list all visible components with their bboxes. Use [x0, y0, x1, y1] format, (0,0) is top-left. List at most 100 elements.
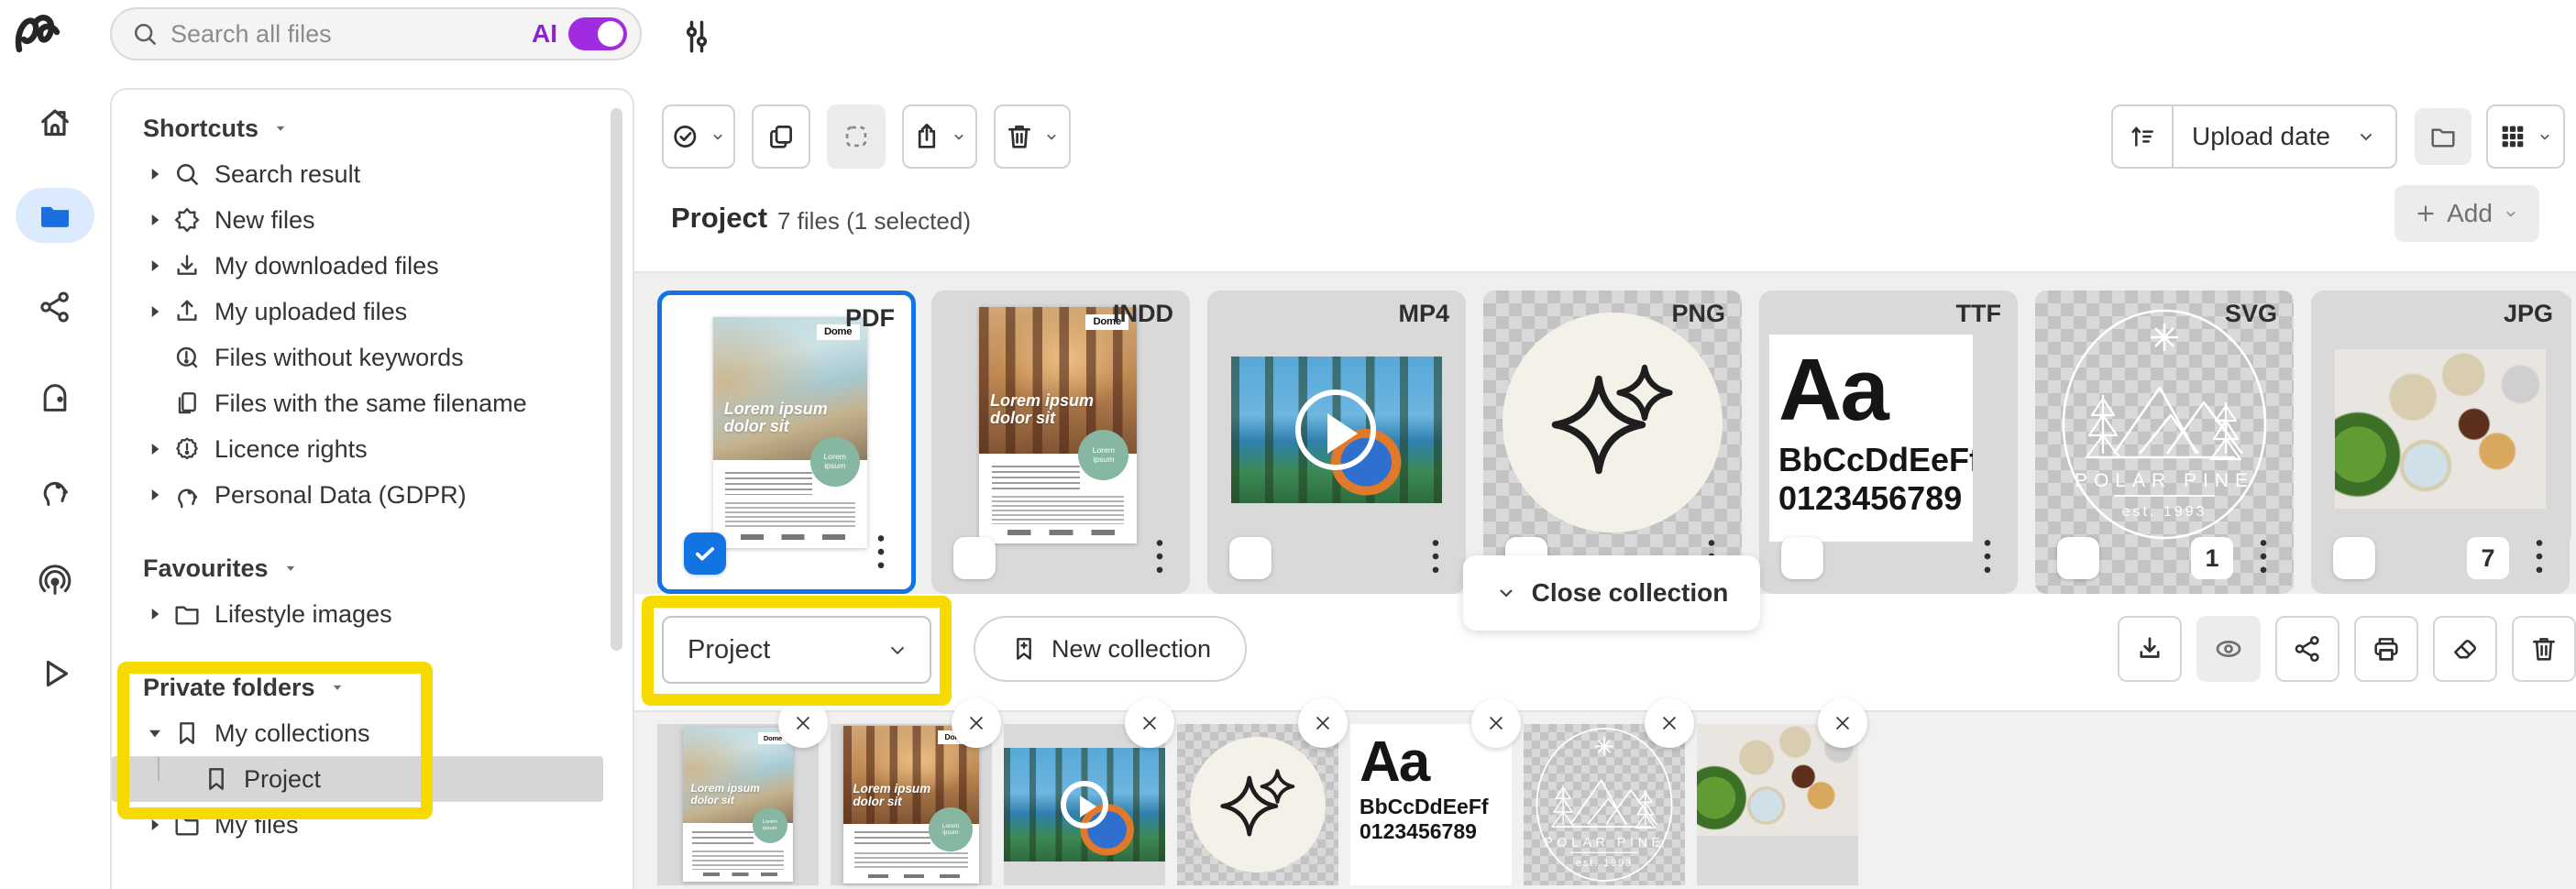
remove-from-collection-button[interactable] — [952, 698, 1001, 748]
tray-clear-button[interactable] — [2433, 616, 2497, 682]
sidebar-item-my-downloaded-files[interactable]: My downloaded files — [112, 243, 633, 289]
tray-thumbnail-mp4[interactable] — [1004, 724, 1165, 885]
sidebar-item-my-files[interactable]: My files — [112, 802, 633, 848]
new-collection-label: New collection — [1051, 635, 1211, 664]
file-card-png[interactable]: PNG — [1483, 291, 1742, 594]
export-button[interactable] — [902, 104, 977, 169]
caret-down-icon[interactable] — [143, 721, 167, 745]
grid-view-button[interactable] — [2486, 104, 2565, 169]
play-button-icon[interactable] — [1061, 781, 1108, 829]
caret-right-icon[interactable] — [143, 602, 167, 626]
remove-from-collection-button[interactable] — [1645, 698, 1694, 748]
app-logo-icon[interactable] — [11, 7, 66, 62]
rail-folder-icon[interactable] — [37, 197, 73, 234]
remove-from-collection-button[interactable] — [1125, 698, 1174, 748]
file-card-svg[interactable]: POLAR PINEest. 1993SVG1 — [2035, 291, 2294, 594]
file-checkbox[interactable] — [2057, 537, 2099, 579]
sidebar-panel: ShortcutsSearch resultNew filesMy downlo… — [110, 88, 634, 889]
tray-thumbnail-jpg[interactable] — [1697, 724, 1858, 885]
sidebar-item-personal-data-gdpr-[interactable]: Personal Data (GDPR) — [112, 472, 633, 518]
sidebar-item-my-collections[interactable]: My collections — [112, 710, 633, 756]
caret-right-icon[interactable] — [143, 162, 167, 186]
rail-door-icon[interactable] — [37, 379, 73, 416]
kebab-menu-icon[interactable] — [2529, 535, 2549, 577]
caret-right-icon[interactable] — [143, 254, 167, 278]
sidebar-item-lifestyle-images[interactable]: Lifestyle images — [112, 591, 633, 637]
add-button[interactable]: Add — [2394, 185, 2539, 242]
caret-right-icon[interactable] — [143, 437, 167, 461]
remove-from-collection-button[interactable] — [1818, 698, 1867, 748]
remove-from-collection-button[interactable] — [1471, 698, 1521, 748]
search-input[interactable] — [160, 20, 532, 49]
sort-dropdown[interactable]: Upload date — [2111, 104, 2397, 169]
tray-thumbnail-ttf[interactable]: AaBbCcDdEeFf0123456789 — [1350, 724, 1512, 885]
tray-delete-button[interactable] — [2512, 616, 2576, 682]
sidebar-item-my-uploaded-files[interactable]: My uploaded files — [112, 289, 633, 335]
file-card-jpg[interactable]: JPG7 — [2311, 291, 2570, 594]
new-collection-button[interactable]: New collection — [974, 616, 1247, 682]
kebab-menu-icon[interactable] — [871, 531, 891, 573]
file-checkbox[interactable] — [1229, 537, 1271, 579]
file-card-mp4[interactable]: MP4 — [1207, 291, 1466, 594]
sparkles-graphic — [1216, 763, 1300, 847]
play-button-icon[interactable] — [1295, 390, 1376, 470]
tray-download-button[interactable] — [2118, 616, 2182, 682]
remove-from-collection-button[interactable] — [778, 698, 828, 748]
file-card-ttf[interactable]: AaBbCcDdEeFf0123456789TTF — [1759, 291, 2018, 594]
svg-thumbnail: POLAR PINEest. 1993 — [2059, 307, 2270, 542]
caret-right-icon[interactable] — [143, 208, 167, 232]
folderline-icon — [172, 599, 202, 629]
file-card-indd[interactable]: DomeLorem ipsumdolor sitLoremipsumINDD — [931, 291, 1190, 594]
tray-thumbnail-svg[interactable]: POLAR PINEest. 1993 — [1524, 724, 1685, 885]
sidebar-scrollbar[interactable] — [611, 108, 622, 651]
sidebar-section-header[interactable]: Favourites — [112, 545, 633, 591]
collection-picker[interactable]: Project — [662, 616, 931, 684]
sidebar-item-files-with-the-same-filename[interactable]: Files with the same filename — [112, 380, 633, 426]
kebab-menu-icon[interactable] — [1426, 535, 1446, 577]
bookmark-icon — [202, 764, 231, 794]
rail-broadcast-icon[interactable] — [37, 563, 73, 599]
select-button[interactable] — [662, 104, 735, 169]
chevron-down-icon — [328, 678, 347, 697]
polar-pine-badge: POLAR PINEest. 1993 — [1534, 726, 1675, 884]
close-collection-button[interactable]: Close collection — [1463, 555, 1760, 631]
file-checkbox[interactable] — [1781, 537, 1823, 579]
kebab-menu-icon[interactable] — [1150, 535, 1170, 577]
copy-button[interactable] — [752, 104, 810, 169]
remove-from-collection-button[interactable] — [1298, 698, 1348, 748]
sidebar-item-new-files[interactable]: New files — [112, 197, 633, 243]
caret-right-icon[interactable] — [143, 300, 167, 324]
sidebar-item-files-without-keywords[interactable]: Files without keywords — [112, 335, 633, 380]
ai-toggle[interactable] — [568, 17, 627, 50]
tray-thumbnail-pdf[interactable]: DomeLorem ipsumdolor sitLoremipsum — [657, 724, 819, 885]
sidebar-section-header[interactable]: Private folders — [112, 664, 633, 710]
kebab-menu-icon[interactable] — [2253, 535, 2273, 577]
tray-print-button[interactable] — [2354, 616, 2418, 682]
rail-person-icon[interactable] — [37, 471, 73, 508]
tray-thumbnail-indd[interactable]: DomeLorem ipsumdolor sitLoremipsum — [831, 724, 992, 885]
tray-thumbnail-png[interactable] — [1177, 724, 1338, 885]
search-bar[interactable]: AI — [110, 7, 642, 60]
file-checkbox[interactable] — [2333, 537, 2375, 579]
caret-right-icon[interactable] — [143, 483, 167, 507]
sidebar-section-header[interactable]: Shortcuts — [112, 105, 633, 151]
sidebar-item-licence-rights[interactable]: Licence rights — [112, 426, 633, 472]
sidebar-item-search-result[interactable]: Search result — [112, 151, 633, 197]
sort-direction-icon[interactable] — [2113, 106, 2174, 167]
main-scrollbar[interactable] — [2559, 295, 2571, 541]
file-checkbox[interactable] — [684, 532, 726, 575]
sidebar-item-project[interactable]: Project — [112, 756, 603, 802]
file-card-pdf[interactable]: DomeLorem ipsumdolor sitLoremipsumPDF — [657, 291, 916, 594]
tray-preview-button[interactable] — [2196, 616, 2261, 682]
selection-frame-button[interactable] — [827, 104, 886, 169]
file-checkbox[interactable] — [953, 537, 996, 579]
kebab-menu-icon[interactable] — [1977, 535, 1998, 577]
rail-share-icon[interactable] — [37, 289, 73, 325]
filter-icon[interactable] — [677, 16, 717, 57]
rail-play-icon[interactable] — [37, 655, 73, 692]
rail-home-icon[interactable] — [37, 104, 73, 141]
caret-right-icon[interactable] — [143, 813, 167, 837]
tray-share-button[interactable] — [2275, 616, 2339, 682]
delete-button[interactable] — [994, 104, 1071, 169]
folder-view-button[interactable] — [2415, 108, 2471, 165]
